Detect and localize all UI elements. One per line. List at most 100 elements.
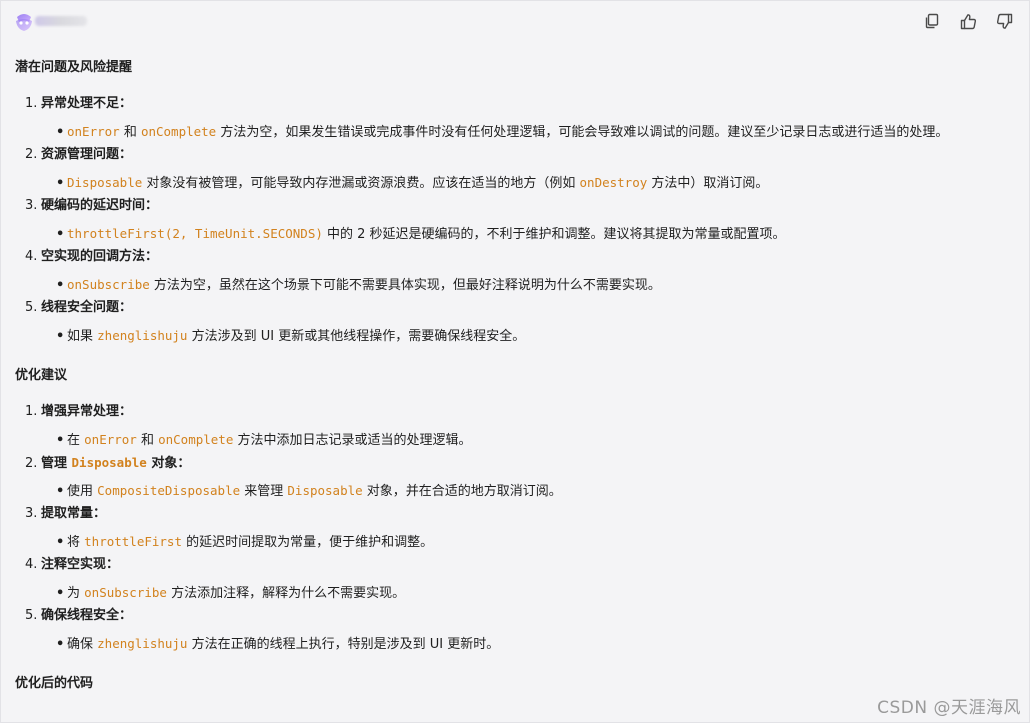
bullet-dot: • xyxy=(56,176,65,191)
text-run: 和 xyxy=(136,433,159,448)
text-run: 方法在正确的线程上执行，特别是涉及到 UI 更新时。 xyxy=(187,637,500,652)
text-run: 方法为空，虽然在这个场景下可能不需要具体实现，但最好注释说明为什么不需要实现。 xyxy=(149,278,661,293)
text-run: 方法添加注释，解释为什么不需要实现。 xyxy=(166,586,406,601)
optimization-item-title: 5. 确保线程安全： xyxy=(25,607,132,625)
copy-button[interactable] xyxy=(921,10,943,32)
dislike-button[interactable] xyxy=(993,10,1015,32)
optimization-item-title: 1. 增强异常处理： xyxy=(25,403,132,421)
bullet-dot: • xyxy=(56,329,65,344)
list-number: 5. xyxy=(25,608,38,623)
list-number: 1. xyxy=(25,404,38,419)
inline-code: onSubscribe xyxy=(84,585,167,600)
optimization-item-bullet: • 使用 CompositeDisposable 来管理 Disposable 对… xyxy=(56,482,562,501)
bullet-dot: • xyxy=(56,278,65,293)
inline-code: onError xyxy=(67,124,120,139)
message-actions xyxy=(921,10,1015,32)
bullet-dot: • xyxy=(56,484,65,499)
bullet-dot: • xyxy=(56,227,65,242)
bullet-dot: • xyxy=(56,535,65,550)
risk-item-title: 4. 空实现的回调方法： xyxy=(25,248,158,266)
risk-item-title: 2. 资源管理问题： xyxy=(25,146,132,164)
text-run: 对象，并在合适的地方取消订阅。 xyxy=(362,484,562,499)
inline-code: throttleFirst(2, TimeUnit.SECONDS) xyxy=(67,226,323,241)
text-run: 和 xyxy=(119,125,141,140)
like-button[interactable] xyxy=(957,10,979,32)
risk-item-title: 3. 硬编码的延迟时间： xyxy=(25,197,158,215)
list-number: 3. xyxy=(25,506,38,521)
text-run: 注释空实现： xyxy=(41,557,120,572)
list-number: 4. xyxy=(25,249,38,264)
inline-code: onError xyxy=(84,432,137,447)
assistant-avatar-icon xyxy=(16,14,32,31)
bullet-dot: • xyxy=(56,637,65,652)
risk-item-bullet: • onError 和 onComplete 方法为空，如果发生错误或完成事件时没… xyxy=(56,123,948,142)
bullet-dot: • xyxy=(56,586,65,601)
text-run: 增强异常处理： xyxy=(41,404,133,419)
risk-item-title: 1. 异常处理不足： xyxy=(25,95,132,113)
text-run: 对象没有被管理，可能导致内存泄漏或资源浪费。应该在适当的地方（例如 xyxy=(142,176,580,191)
text-run: 确保线程安全： xyxy=(41,608,133,623)
list-number: 2. xyxy=(25,147,38,162)
optimization-item-title: 2. 管理 Disposable 对象： xyxy=(25,454,190,473)
risk-item-bullet: • 如果 zhenglishuju 方法涉及到 UI 更新或其他线程操作，需要确保… xyxy=(56,327,525,346)
inline-code: onSubscribe xyxy=(67,277,150,292)
text-run: 使用 xyxy=(67,484,98,499)
copy-icon xyxy=(925,13,939,29)
inline-code: zhenglishuju xyxy=(97,636,188,651)
list-number: 2. xyxy=(25,456,38,471)
list-number: 4. xyxy=(25,557,38,572)
text-run: 方法涉及到 UI 更新或其他线程操作，需要确保线程安全。 xyxy=(187,329,526,344)
thumbs-up-icon xyxy=(960,13,976,29)
optimization-item-bullet: • 将 throttleFirst 的延迟时间提取为常量，便于维护和调整。 xyxy=(56,533,433,552)
text-run: 硬编码的延迟时间： xyxy=(41,198,159,213)
text-run: 线程安全问题： xyxy=(41,300,133,315)
optimization-item-bullet: • 在 onError 和 onComplete 方法中添加日志记录或适当的处理逻… xyxy=(56,431,472,450)
text-run: 方法中添加日志记录或适当的处理逻辑。 xyxy=(233,433,472,448)
text-run: 方法为空，如果发生错误或完成事件时没有任何处理逻辑，可能会导致难以调试的问题。建… xyxy=(216,125,949,140)
risk-item-bullet: • Disposable 对象没有被管理，可能导致内存泄漏或资源浪费。应该在适当的… xyxy=(56,174,768,193)
inline-code: CompositeDisposable xyxy=(97,483,241,498)
text-run: 如果 xyxy=(67,329,98,344)
text-run: 对象： xyxy=(146,456,191,471)
text-run: 管理 xyxy=(41,456,72,471)
thumbs-down-icon xyxy=(996,13,1012,29)
watermark: CSDN @天涯海风 xyxy=(877,698,1021,718)
section-title-optimize: 优化建议 xyxy=(15,368,68,383)
list-number: 1. xyxy=(25,96,38,111)
risk-item-title: 5. 线程安全问题： xyxy=(25,299,132,317)
text-run: 提取常量： xyxy=(41,506,107,521)
bullet-dot: • xyxy=(56,433,65,448)
text-run: 确保 xyxy=(67,637,98,652)
text-run: 的延迟时间提取为常量，便于维护和调整。 xyxy=(181,535,434,550)
text-run: 为 xyxy=(67,586,85,601)
section-title-risks: 潜在问题及风险提醒 xyxy=(15,60,133,75)
risk-item-bullet: • onSubscribe 方法为空，虽然在这个场景下可能不需要具体实现，但最好注… xyxy=(56,276,661,295)
bullet-dot: • xyxy=(56,125,65,140)
text-run: 来管理 xyxy=(240,484,288,499)
text-run: 异常处理不足： xyxy=(41,96,133,111)
risk-item-bullet: • throttleFirst(2, TimeUnit.SECONDS) 中的 2… xyxy=(56,225,786,244)
inline-code: zhenglishuju xyxy=(97,328,188,343)
assistant-name-blurred xyxy=(35,16,87,26)
list-number: 5. xyxy=(25,300,38,315)
optimization-item-bullet: • 为 onSubscribe 方法添加注释，解释为什么不需要实现。 xyxy=(56,584,405,603)
inline-code: throttleFirst xyxy=(84,534,182,549)
message-header xyxy=(1,1,1029,41)
optimization-item-title: 3. 提取常量： xyxy=(25,505,106,523)
inline-code: onComplete xyxy=(140,124,217,139)
text-run: 中的 2 秒延迟是硬编码的，不利于维护和调整。建议将其提取为常量或配置项。 xyxy=(322,227,786,242)
optimization-item-bullet: • 确保 zhenglishuju 方法在正确的线程上执行，特别是涉及到 UI 更… xyxy=(56,635,499,654)
inline-code: onDestroy xyxy=(579,175,648,190)
list-number: 3. xyxy=(25,198,38,213)
text-run: 方法中）取消订阅。 xyxy=(647,176,769,191)
inline-code: onComplete xyxy=(158,432,234,447)
inline-code: Disposable xyxy=(71,455,147,470)
inline-code: Disposable xyxy=(67,175,143,190)
optimization-item-title: 4. 注释空实现： xyxy=(25,556,119,574)
chat-response-panel: 潜在问题及风险提醒 1. 异常处理不足： • onError 和 onComplete… xyxy=(0,0,1030,723)
inline-code: Disposable xyxy=(287,483,363,498)
text-run: 在 xyxy=(67,433,85,448)
section-title-code: 优化后的代码 xyxy=(15,676,94,691)
text-run: 资源管理问题： xyxy=(41,147,133,162)
text-run: 将 xyxy=(67,535,85,550)
